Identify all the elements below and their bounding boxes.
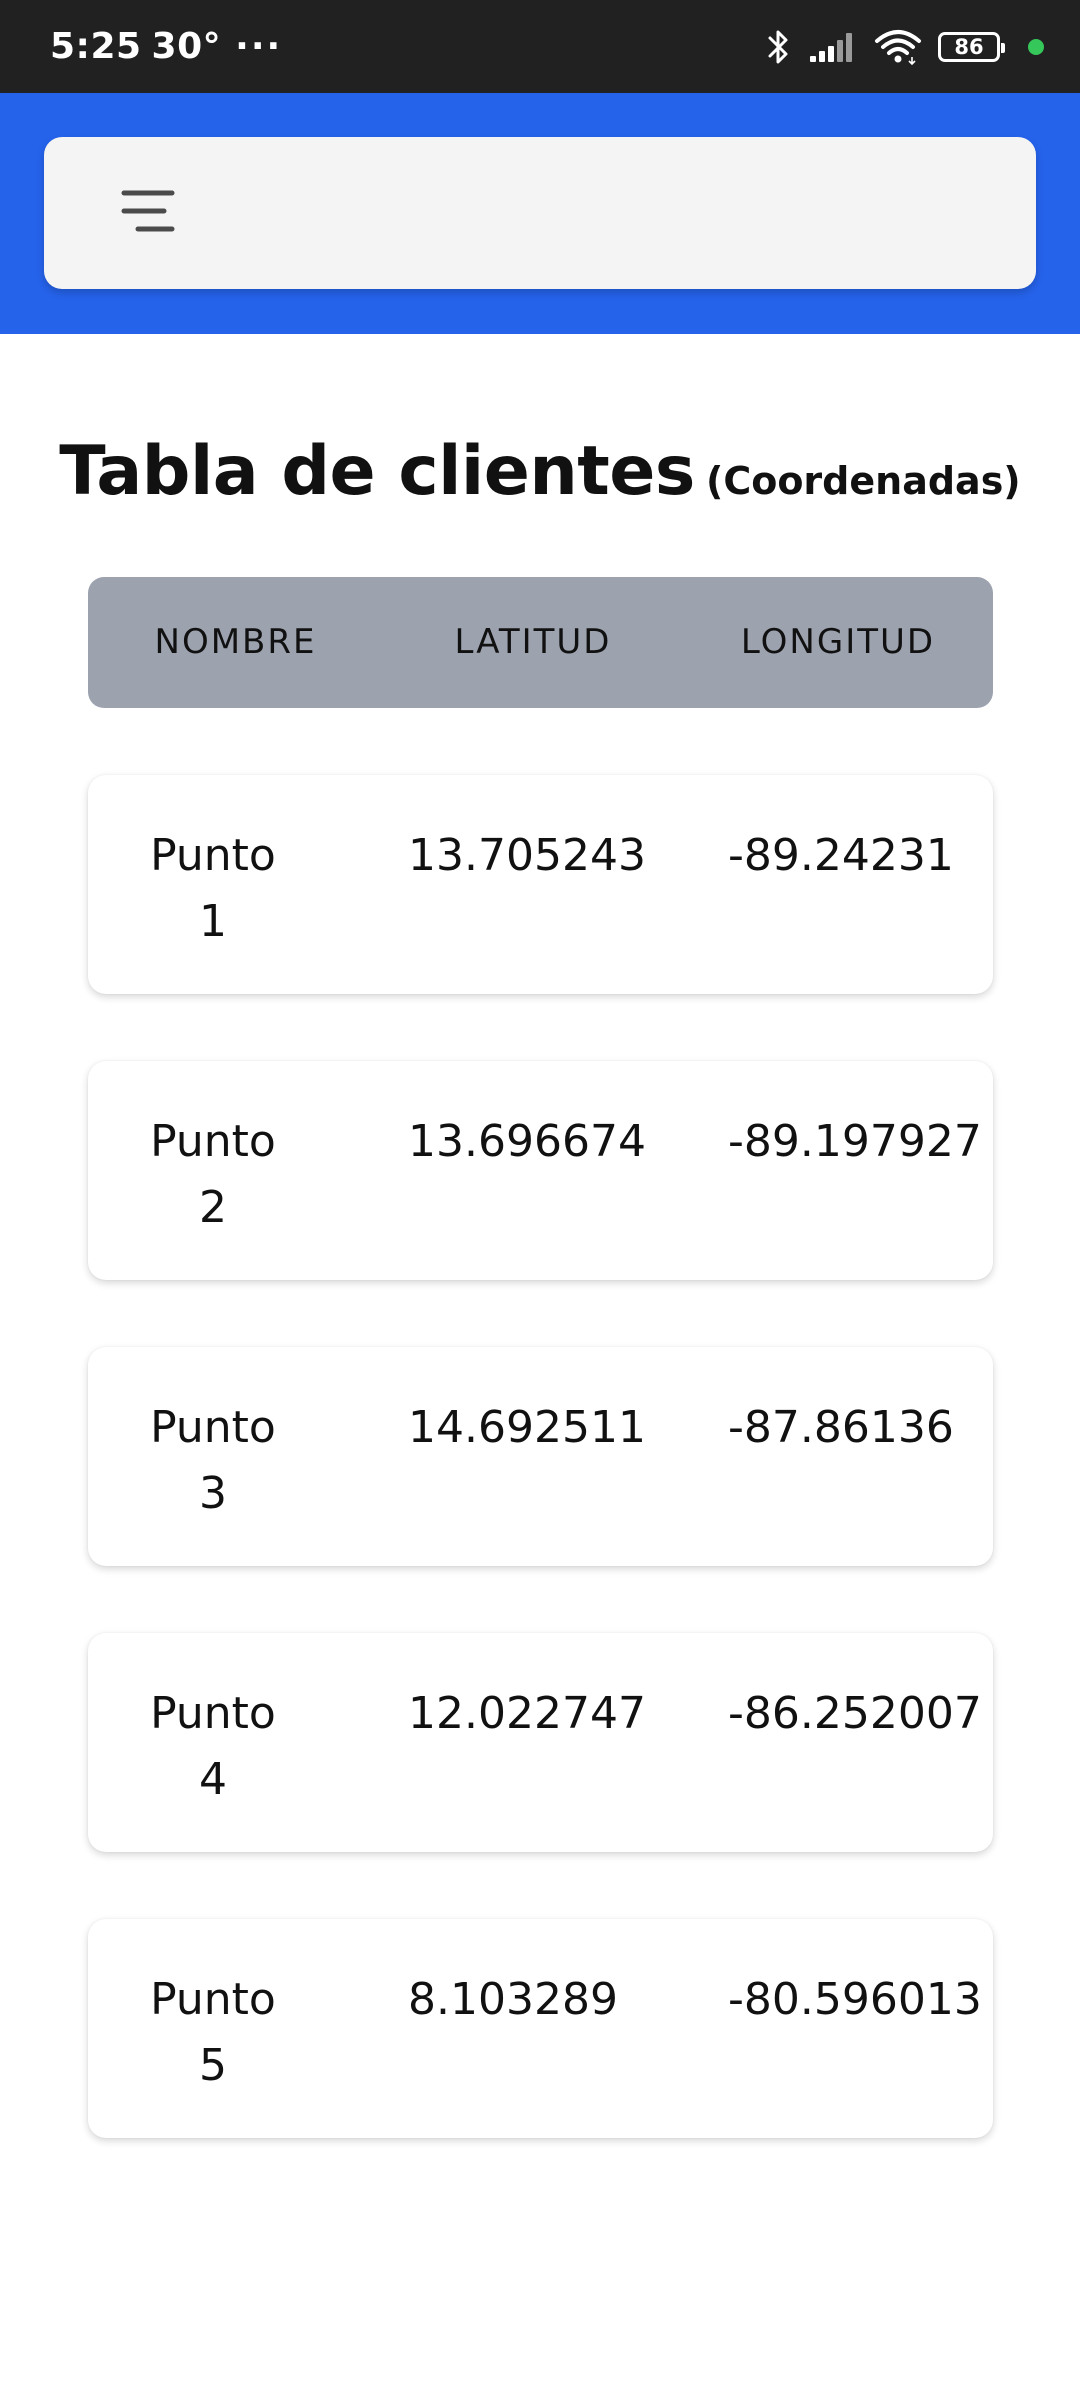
cell-latitude: 8.103289: [408, 1974, 618, 2025]
table-row[interactable]: Punto 1 13.705243 -89.24231: [88, 775, 993, 994]
table-row[interactable]: Punto 4 12.022747 -86.252007: [88, 1633, 993, 1852]
cell-name-line1: Punto: [150, 1402, 276, 1453]
cell-latitude: 13.696674: [408, 1116, 646, 1167]
cell-name-line2: 4: [199, 1754, 227, 1805]
cell-name-line1: Punto: [150, 1688, 276, 1739]
cell-longitude: -89.197927: [728, 1116, 982, 1167]
menu-icon: [121, 187, 175, 239]
battery-icon: 86: [938, 31, 1005, 62]
signal-icon: [808, 30, 858, 64]
cell-name-line1: Punto: [150, 830, 276, 881]
column-header-longitud: LONGITUD: [740, 622, 936, 662]
bluetooth-icon: [766, 28, 792, 66]
status-more-indicator: ···: [235, 26, 283, 67]
cell-name-line2: 3: [199, 1468, 227, 1519]
cell-name-line1: Punto: [150, 1116, 276, 1167]
status-right: 86: [766, 0, 1044, 93]
cell-name-line2: 2: [199, 1182, 227, 1233]
cell-name: Punto 2: [128, 1109, 298, 1241]
cell-name: Punto 5: [128, 1967, 298, 2099]
cell-name-line2: 1: [199, 896, 227, 947]
column-header-latitud: LATITUD: [454, 622, 612, 662]
cell-longitude: -89.24231: [728, 830, 954, 881]
cell-name: Punto 3: [128, 1395, 298, 1527]
cell-latitude: 14.692511: [408, 1402, 646, 1453]
top-app-bar: [44, 137, 1036, 289]
table-body: Punto 1 13.705243 -89.24231 Punto 2 13.6…: [88, 775, 993, 2205]
cell-name-line1: Punto: [150, 1974, 276, 2025]
cell-longitude: -86.252007: [728, 1688, 982, 1739]
cell-name-line2: 5: [199, 2040, 227, 2091]
cell-name: Punto 4: [128, 1681, 298, 1813]
page-title: Tabla de clientes (Coordenadas): [0, 432, 1080, 511]
battery-level: 86: [954, 34, 984, 59]
status-left: 5:25 30° ···: [50, 0, 282, 93]
table-row[interactable]: Punto 5 8.103289 -80.596013: [88, 1919, 993, 2138]
status-temperature: 30°: [151, 26, 222, 67]
cell-longitude: -80.596013: [728, 1974, 982, 2025]
cell-latitude: 13.705243: [408, 830, 646, 881]
status-bar: 5:25 30° ··· 86: [0, 0, 1080, 93]
status-time: 5:25: [50, 26, 142, 67]
wifi-icon: [874, 29, 922, 65]
table-row[interactable]: Punto 2 13.696674 -89.197927: [88, 1061, 993, 1280]
table-header: NOMBRE LATITUD LONGITUD: [88, 577, 993, 708]
table-row[interactable]: Punto 3 14.692511 -87.86136: [88, 1347, 993, 1566]
page-subtitle: (Coordenadas): [705, 459, 1021, 503]
cell-name: Punto 1: [128, 823, 298, 955]
privacy-dot-icon: [1028, 38, 1044, 55]
cell-longitude: -87.86136: [728, 1402, 954, 1453]
cell-latitude: 12.022747: [408, 1688, 646, 1739]
page-title-text: Tabla de clientes: [59, 432, 695, 511]
column-header-nombre: NOMBRE: [154, 622, 317, 662]
menu-button[interactable]: [108, 173, 188, 253]
app-header: [0, 93, 1080, 334]
